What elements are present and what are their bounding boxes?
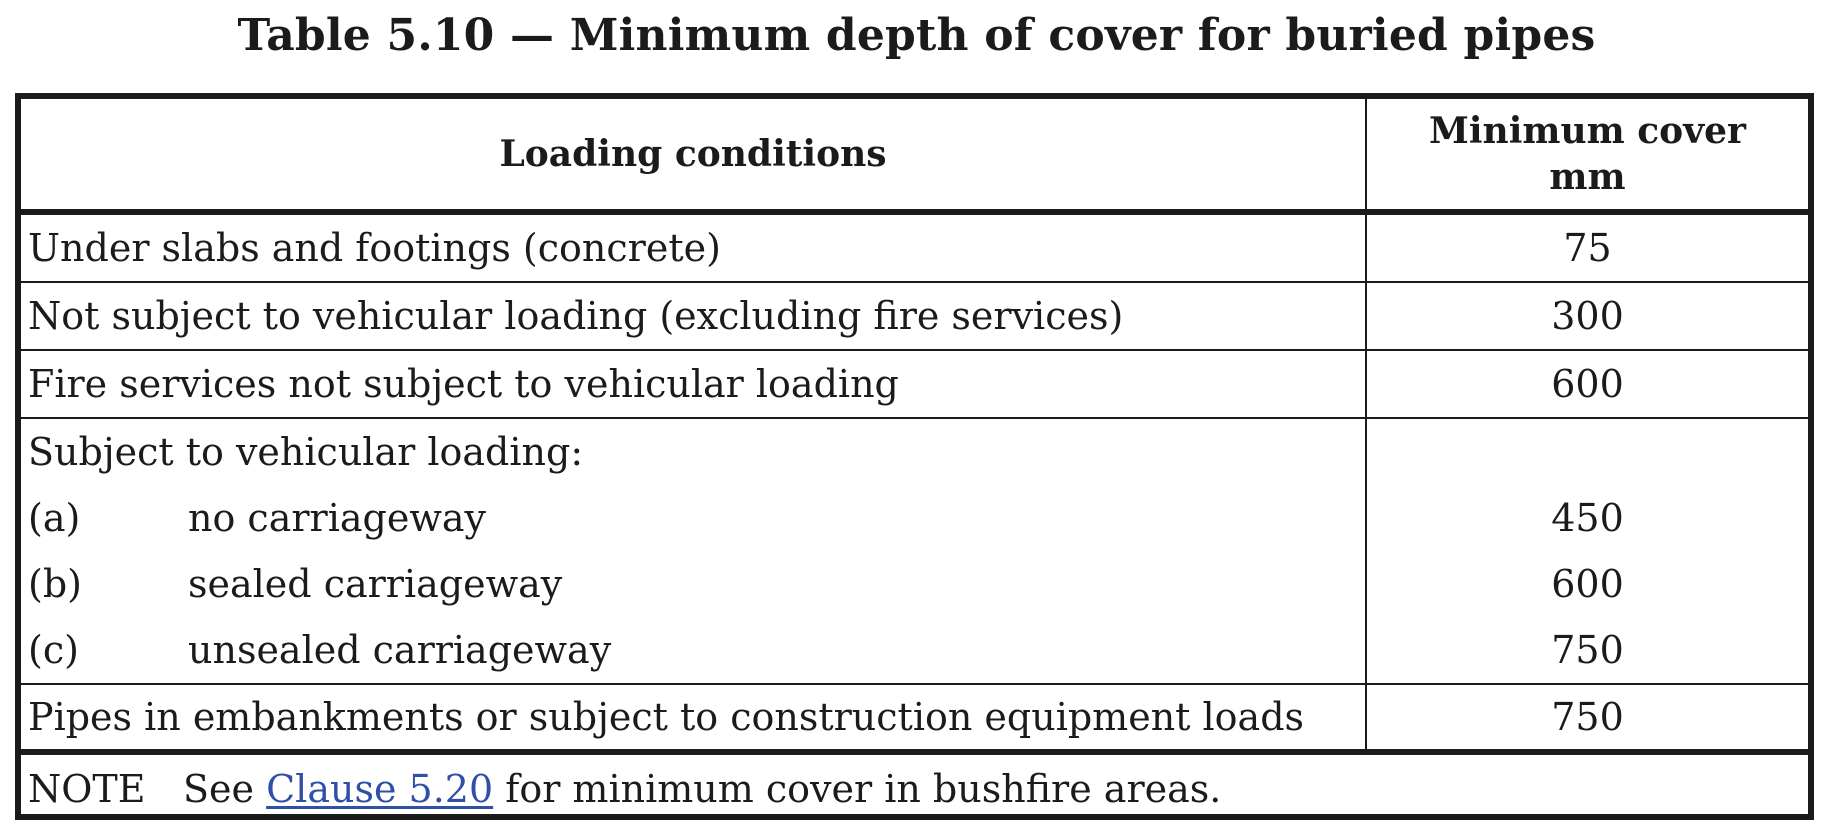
header-unit: mm: [1549, 156, 1626, 198]
row-condition: Not subject to vehicular loading (exclud…: [21, 282, 1366, 351]
group-item-key: (b): [28, 562, 82, 606]
group-item: (c) unsealed carriageway: [28, 617, 1365, 683]
group-conditions: Subject to vehicular loading: (a) no carr…: [21, 418, 1366, 685]
row-value: 750: [1365, 684, 1808, 755]
group-item: (a) no carriageway: [28, 485, 1365, 551]
row-value: 75: [1365, 212, 1808, 283]
cover-table-frame: Loading conditions Minimum cover mm Unde…: [15, 93, 1814, 820]
group-item-key: (a): [28, 496, 81, 540]
group-item-label: sealed carriageway: [188, 562, 563, 606]
table-caption: Table 5.10 — Minimum depth of cover for …: [237, 10, 1596, 61]
row-value: 300: [1365, 282, 1808, 351]
group-item-label: unsealed carriageway: [188, 628, 612, 672]
note-label: NOTE: [28, 767, 146, 811]
clause-link[interactable]: Clause 5.20: [266, 767, 493, 811]
group-item: (b) sealed carriageway: [28, 551, 1365, 617]
row-condition: Under slabs and footings (concrete): [21, 212, 1366, 283]
table-row: Fire services not subject to vehicular l…: [21, 350, 1808, 419]
note-suffix: for minimum cover in bushfire areas.: [505, 767, 1222, 811]
note-prefix: See: [183, 767, 255, 811]
table-row: Under slabs and footings (concrete) 75: [21, 212, 1808, 283]
table-row: Pipes in embankments or subject to const…: [21, 684, 1808, 755]
header-row: Loading conditions Minimum cover mm: [21, 99, 1808, 215]
header-minimum-cover-label: Minimum cover: [1429, 110, 1746, 152]
group-item-label: no carriageway: [188, 496, 486, 540]
row-condition: Fire services not subject to vehicular l…: [21, 350, 1366, 419]
group-item-value: 750: [1551, 628, 1624, 672]
group-item-key: (c): [28, 628, 79, 672]
row-condition: Pipes in embankments or subject to const…: [21, 684, 1366, 755]
header-loading-conditions: Loading conditions: [21, 99, 1367, 215]
group-item-value: 450: [1551, 496, 1624, 540]
group-heading: Subject to vehicular loading:: [28, 430, 584, 474]
table-row-group: Subject to vehicular loading: (a) no carr…: [21, 418, 1808, 685]
header-minimum-cover: Minimum cover mm: [1366, 99, 1808, 215]
group-values: 450 600 750: [1365, 418, 1808, 685]
table-row: Not subject to vehicular loading (exclud…: [21, 282, 1808, 351]
cover-table: Loading conditions Minimum cover mm Unde…: [21, 99, 1808, 755]
table-note: NOTE See Clause 5.20 for minimum cover in…: [21, 755, 1808, 824]
row-value: 600: [1365, 350, 1808, 419]
group-item-value: 600: [1551, 562, 1624, 606]
